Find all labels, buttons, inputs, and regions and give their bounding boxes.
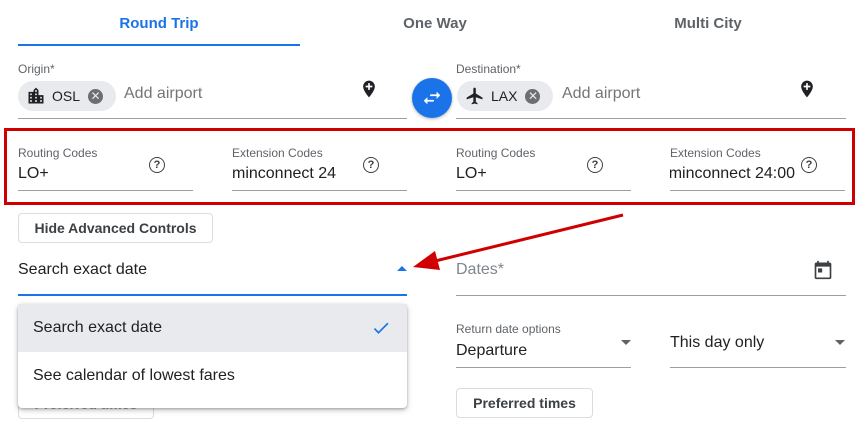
origin-chip[interactable]: OSL ✕ bbox=[18, 81, 116, 111]
day-range-select[interactable]: This day only bbox=[670, 334, 764, 352]
dropdown-option-calendar-lowest-fares[interactable]: See calendar of lowest fares bbox=[18, 352, 407, 400]
date-mode-dropdown-menu: Search exact date See calendar of lowest… bbox=[18, 304, 407, 408]
tab-one-way[interactable]: One Way bbox=[300, 0, 570, 46]
extension-codes-input[interactable]: minconnect 24 bbox=[232, 165, 357, 183]
checkmark-icon bbox=[373, 322, 389, 334]
dropdown-option-label: See calendar of lowest fares bbox=[33, 367, 235, 384]
city-icon bbox=[28, 87, 44, 104]
tab-round-trip[interactable]: Round Trip bbox=[18, 0, 300, 46]
add-location-icon[interactable] bbox=[797, 77, 817, 101]
destination-chip-remove-icon[interactable]: ✕ bbox=[525, 88, 541, 104]
origin-underline bbox=[18, 118, 407, 119]
origin-label: Origin* bbox=[18, 62, 55, 76]
dropdown-option-exact-date[interactable]: Search exact date bbox=[18, 304, 407, 352]
destination-underline bbox=[456, 118, 846, 119]
hide-advanced-controls-button[interactable]: Hide Advanced Controls bbox=[18, 213, 213, 243]
destination-input[interactable] bbox=[562, 85, 782, 103]
origin-chip-code: OSL bbox=[52, 88, 81, 104]
return-date-options-underline bbox=[456, 367, 631, 368]
tab-multi-city[interactable]: Multi City bbox=[570, 0, 846, 46]
destination-label: Destination* bbox=[456, 62, 521, 76]
return-routing-codes-label: Routing Codes bbox=[456, 146, 536, 160]
dates-input[interactable]: Dates* bbox=[456, 261, 504, 279]
annotation-arrow-icon bbox=[413, 213, 624, 270]
routing-codes-underline bbox=[18, 190, 193, 191]
return-extension-codes-underline bbox=[670, 190, 845, 191]
destination-chip-code: LAX bbox=[491, 88, 518, 104]
return-routing-codes-underline bbox=[456, 190, 631, 191]
date-mode-select[interactable]: Search exact date bbox=[18, 261, 147, 279]
date-mode-underline bbox=[18, 294, 407, 296]
return-routing-codes-input[interactable]: LO+ bbox=[456, 165, 586, 183]
extension-codes-label: Extension Codes bbox=[232, 146, 323, 160]
help-icon[interactable]: ? bbox=[363, 157, 379, 173]
day-range-underline bbox=[670, 367, 846, 368]
routing-codes-label: Routing Codes bbox=[18, 146, 98, 160]
swap-button[interactable] bbox=[412, 78, 452, 118]
calendar-icon[interactable] bbox=[813, 259, 833, 281]
dates-underline bbox=[456, 295, 846, 296]
dropdown-arrow-icon[interactable] bbox=[835, 340, 845, 345]
return-date-options-select[interactable]: Departure bbox=[456, 342, 527, 360]
return-extension-codes-label: Extension Codes bbox=[670, 146, 761, 160]
origin-input[interactable] bbox=[124, 85, 344, 103]
swap-icon bbox=[423, 91, 441, 105]
add-location-icon[interactable] bbox=[359, 77, 379, 101]
return-date-options-label: Return date options bbox=[456, 322, 561, 336]
active-tab-indicator bbox=[18, 44, 300, 46]
origin-chip-remove-icon[interactable]: ✕ bbox=[88, 88, 104, 104]
help-icon[interactable]: ? bbox=[149, 157, 165, 173]
return-preferred-times-button[interactable]: Preferred times bbox=[456, 388, 593, 418]
help-icon[interactable]: ? bbox=[801, 157, 817, 173]
extension-codes-underline bbox=[232, 190, 407, 191]
destination-chip[interactable]: LAX ✕ bbox=[457, 81, 553, 111]
help-icon[interactable]: ? bbox=[587, 157, 603, 173]
return-extension-codes-input[interactable]: minconnect 24:00 bbox=[670, 165, 795, 183]
airplane-icon bbox=[466, 87, 483, 105]
return-extension-codes-value: minconnect 24:00 bbox=[670, 165, 795, 182]
dropdown-arrow-icon[interactable] bbox=[621, 340, 631, 345]
dropdown-option-label: Search exact date bbox=[33, 319, 162, 336]
